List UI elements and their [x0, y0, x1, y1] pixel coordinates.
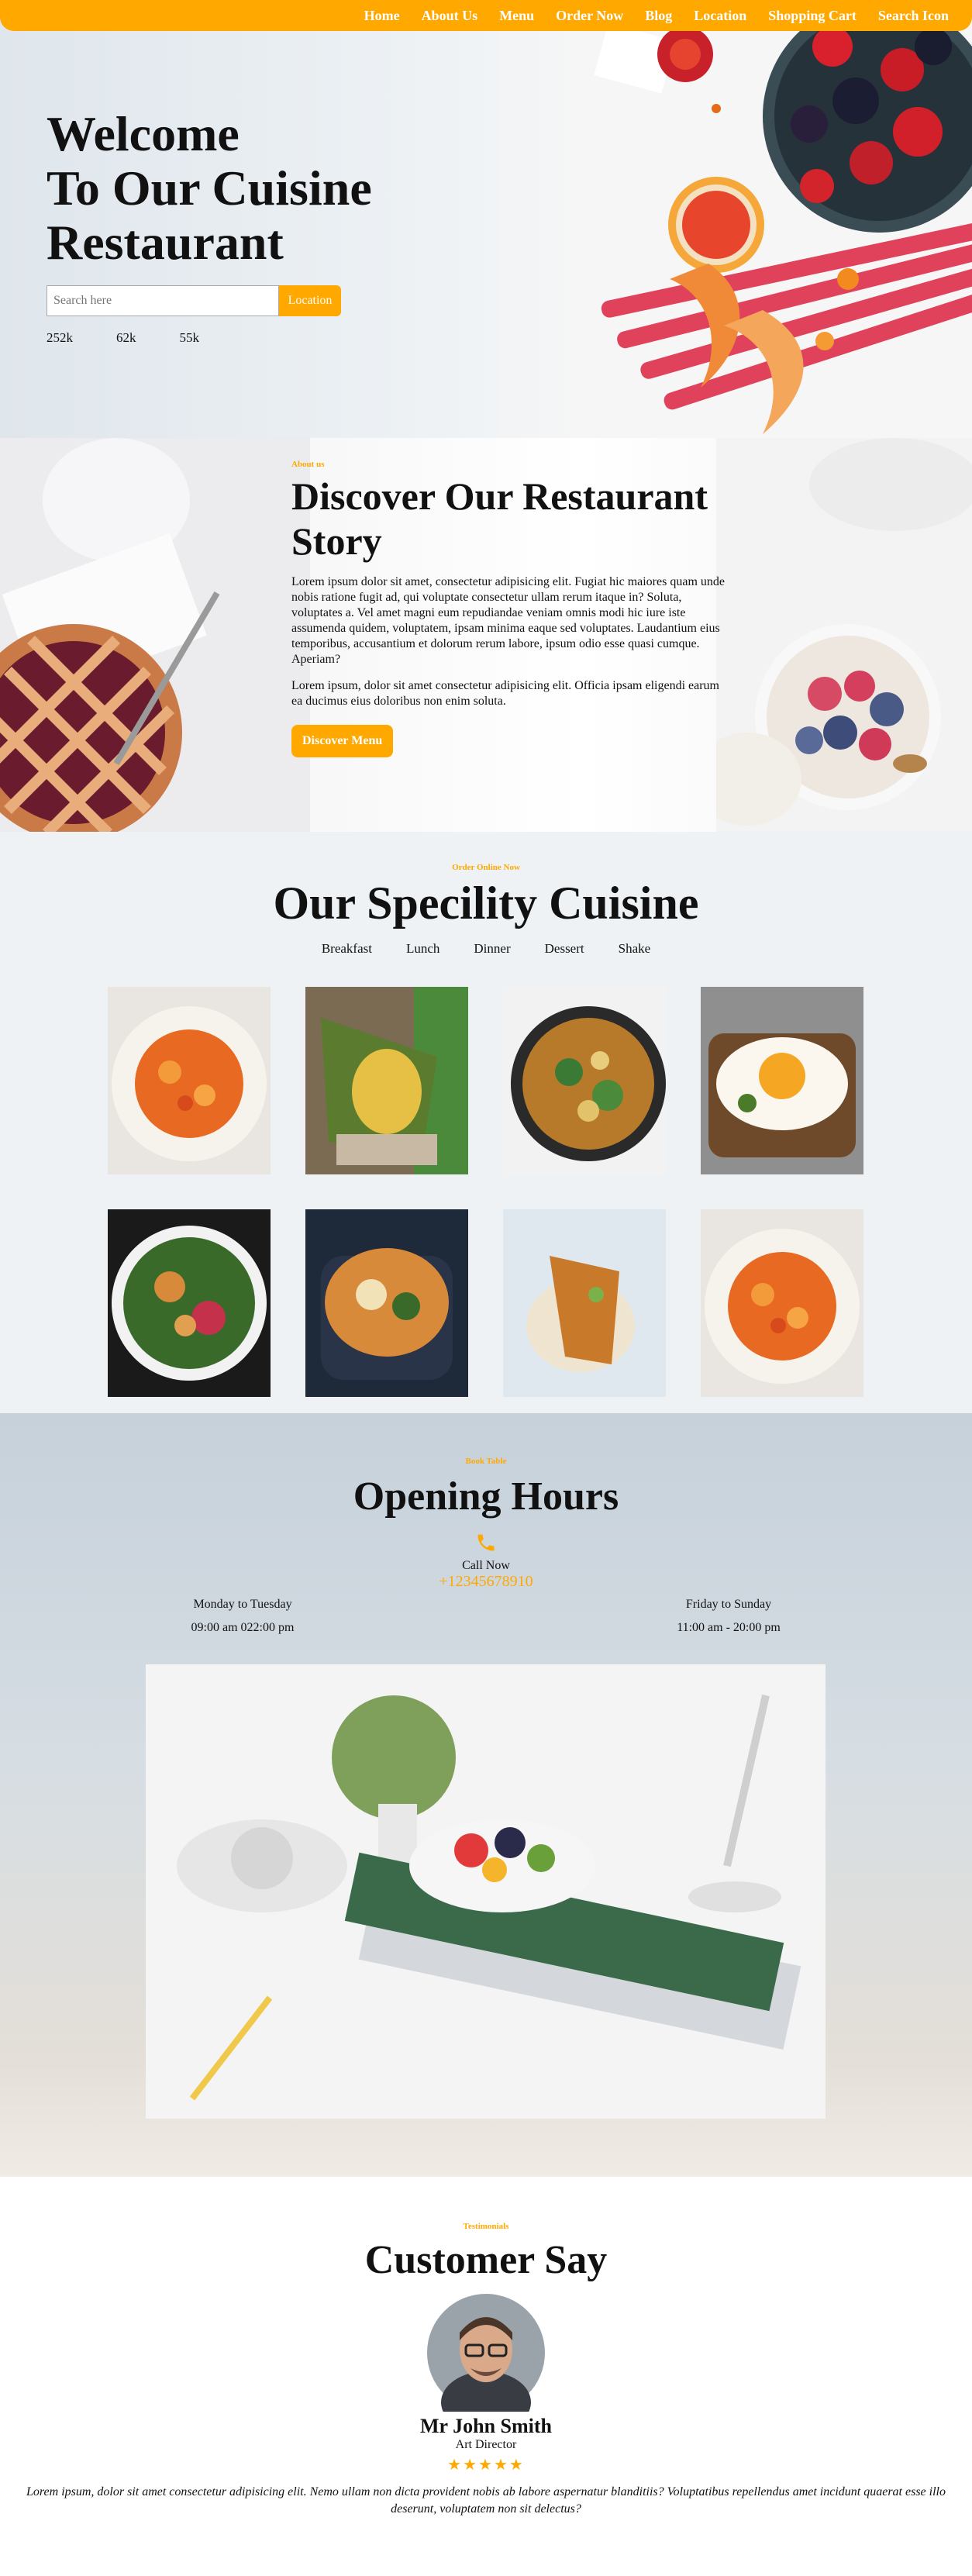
- dish-image-7[interactable]: [503, 1209, 666, 1397]
- about-section: About us Discover Our Restaurant Story L…: [0, 438, 972, 832]
- nav-menu[interactable]: Menu: [499, 8, 534, 24]
- pie-image: [0, 438, 310, 832]
- customer-role: Art Director: [455, 2438, 517, 2451]
- dish-grid: [108, 987, 864, 1397]
- dish-image-3[interactable]: [503, 987, 666, 1174]
- dish-image-1[interactable]: [108, 987, 271, 1174]
- hero-title-line-1: Welcome: [47, 106, 240, 161]
- discover-menu-button[interactable]: Discover Menu: [291, 725, 394, 757]
- stat-1: 252k: [47, 330, 73, 345]
- fruit-image: [594, 0, 972, 434]
- nav-shopping-cart[interactable]: Shopping Cart: [768, 8, 857, 24]
- hero-title-line-3: Restaurant: [47, 215, 284, 270]
- nav-order-now[interactable]: Order Now: [556, 8, 623, 24]
- hours-weekday: Monday to Tuesday 09:00 am 022:00 pm: [165, 1593, 320, 1640]
- weekend-hours: 11:00 am - 20:00 pm: [677, 1621, 781, 1634]
- about-eyebrow: About us: [291, 460, 325, 469]
- dish-image-5[interactable]: [108, 1209, 271, 1397]
- stat-3: 55k: [179, 330, 200, 345]
- location-button[interactable]: Location: [279, 285, 341, 316]
- stat-2: 62k: [116, 330, 136, 345]
- dish-image-4[interactable]: [701, 987, 863, 1174]
- speciality-title: Our Specility Cuisine: [273, 878, 699, 929]
- speciality-eyebrow: Order Online Now: [452, 863, 520, 872]
- phone-icon: [0, 1532, 972, 1557]
- dish-image-8[interactable]: [701, 1209, 863, 1397]
- search-input[interactable]: [47, 285, 279, 316]
- top-nav: Home About Us Menu Order Now Blog Locati…: [0, 0, 972, 31]
- weekday-label: Monday to Tuesday: [193, 1598, 292, 1611]
- nav-about-us[interactable]: About Us: [422, 8, 478, 24]
- call-now-label: Call Now: [462, 1559, 510, 1572]
- tab-shake[interactable]: Shake: [619, 941, 651, 957]
- testimonial-title: Customer Say: [364, 2238, 608, 2282]
- opening-title: Opening Hours: [353, 1474, 619, 1519]
- tab-dinner[interactable]: Dinner: [474, 941, 510, 957]
- tab-breakfast[interactable]: Breakfast: [322, 941, 372, 957]
- hero-section: Welcome To Our Cuisine Restaurant Locati…: [0, 0, 972, 438]
- testimonial-section: Testimonials Customer Say Mr John Smith …: [0, 2177, 972, 2576]
- tab-dessert[interactable]: Dessert: [545, 941, 584, 957]
- opening-eyebrow: Book Table: [465, 1457, 507, 1466]
- hero-search: Location: [47, 285, 341, 316]
- nav-search-icon[interactable]: Search Icon: [878, 8, 949, 24]
- about-paragraph-1: Lorem ipsum dolor sit amet, consectetur …: [291, 575, 725, 666]
- weekend-label: Friday to Sunday: [685, 1598, 772, 1611]
- testimonial-eyebrow: Testimonials: [463, 2222, 509, 2231]
- phone-number[interactable]: +12345678910: [0, 1573, 972, 1591]
- about-text: About us Discover Our Restaurant Story L…: [291, 460, 729, 757]
- hero-stats: 252k 62k 55k: [47, 330, 243, 346]
- dish-image-6[interactable]: [305, 1209, 468, 1397]
- nav-blog[interactable]: Blog: [645, 8, 672, 24]
- hero-title: Welcome To Our Cuisine Restaurant: [47, 107, 372, 270]
- hours-weekend: Friday to Sunday 11:00 am - 20:00 pm: [651, 1593, 806, 1640]
- nav-home[interactable]: Home: [364, 8, 400, 24]
- customer-name: Mr John Smith: [420, 2415, 552, 2437]
- testimonial-quote: Lorem ipsum, dolor sit amet consectetur …: [26, 2485, 946, 2516]
- cookbook-image: [146, 1664, 826, 2119]
- tab-lunch[interactable]: Lunch: [406, 941, 439, 957]
- avatar: [427, 2294, 545, 2433]
- category-tabs: Breakfast Lunch Dinner Dessert Shake: [0, 941, 972, 957]
- opening-hours-section: Book Table Opening Hours Call Now +12345…: [0, 1413, 972, 2177]
- star-rating: ★★★★★: [447, 2457, 525, 2474]
- nav-location[interactable]: Location: [694, 8, 746, 24]
- weekday-hours: 09:00 am 022:00 pm: [191, 1621, 295, 1634]
- hero-title-line-2: To Our Cuisine: [47, 160, 372, 216]
- about-paragraph-2: Lorem ipsum, dolor sit amet consectetur …: [291, 679, 719, 708]
- fruit-bowl-image: [716, 438, 972, 832]
- speciality-section: Order Online Now Our Specility Cuisine B…: [0, 832, 972, 1413]
- dish-image-2[interactable]: [305, 987, 468, 1174]
- about-title: Discover Our Restaurant Story: [291, 474, 708, 563]
